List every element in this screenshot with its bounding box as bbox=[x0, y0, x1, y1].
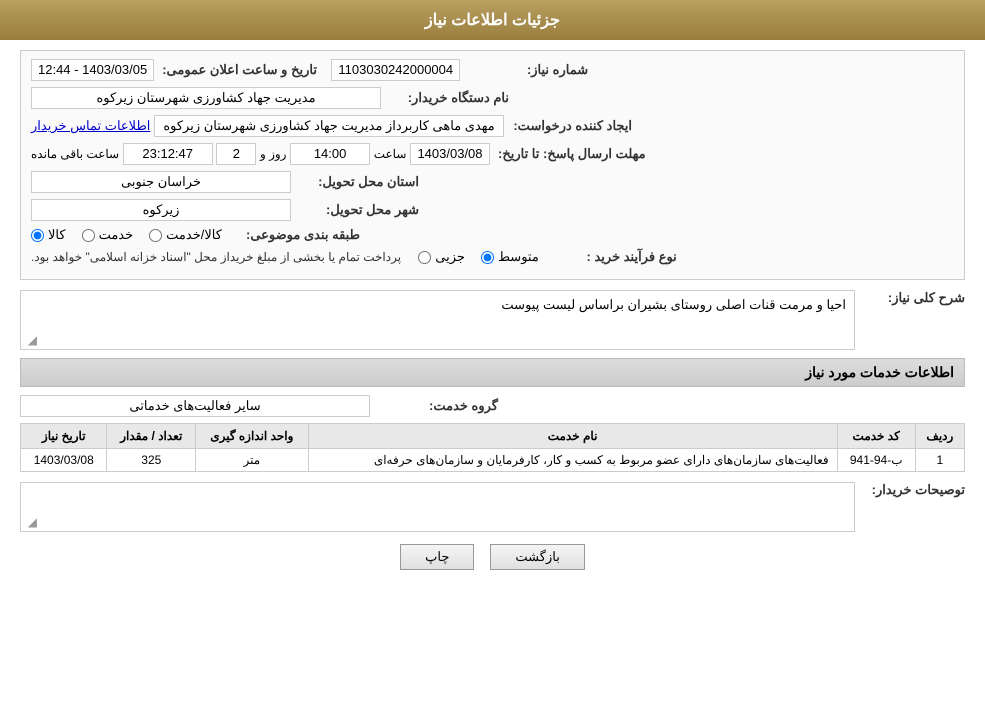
row-need-number: شماره نیاز: 1103030242000004 تاریخ و ساع… bbox=[31, 59, 954, 81]
province-label: استان محل تحویل: bbox=[299, 174, 419, 190]
buyer-desc-label: توصیحات خریدار: bbox=[865, 482, 965, 498]
category-option-kala-khedmat[interactable]: کالا/خدمت bbox=[149, 227, 222, 243]
creator-link[interactable]: اطلاعات تماس خریدار bbox=[31, 118, 150, 134]
category-khedmat-label: خدمت bbox=[99, 227, 134, 243]
row-service-group: گروه خدمت: سایر فعالیت‌های خدماتی bbox=[20, 395, 965, 417]
remaining-time-value: 23:12:47 bbox=[123, 143, 213, 165]
process-motavaset-label: متوسط bbox=[498, 249, 539, 265]
service-group-value: سایر فعالیت‌های خدماتی bbox=[20, 395, 370, 417]
province-value: خراسان جنوبی bbox=[31, 171, 291, 193]
row-city: شهر محل تحویل: زیرکوه bbox=[31, 199, 954, 221]
process-label: نوع فرآیند خرید : bbox=[557, 249, 677, 265]
city-value: زیرکوه bbox=[31, 199, 291, 221]
resize-handle-buyer-icon[interactable]: ◢ bbox=[23, 515, 37, 529]
city-label: شهر محل تحویل: bbox=[299, 202, 419, 218]
buttons-row: بازگشت چاپ bbox=[20, 544, 965, 570]
buyer-desc-row: توصیحات خریدار: ◢ bbox=[20, 482, 965, 532]
category-kala-label: کالا bbox=[48, 227, 66, 243]
buyer-desc-section: توصیحات خریدار: ◢ bbox=[20, 482, 965, 532]
row-process-type: نوع فرآیند خرید : متوسط جزیی پرداخت تمام… bbox=[31, 249, 954, 265]
back-button[interactable]: بازگشت bbox=[490, 544, 584, 570]
need-desc-section: شرح کلی نیاز: احیا و مرمت قنات اصلی روست… bbox=[20, 290, 965, 350]
content-area: شماره نیاز: 1103030242000004 تاریخ و ساع… bbox=[0, 40, 985, 590]
creator-value: مهدی ماهی کاربرداز مدیریت جهاد کشاورزی ش… bbox=[154, 115, 504, 137]
page-header: جزئیات اطلاعات نیاز bbox=[0, 0, 985, 40]
process-option-motavaset[interactable]: متوسط bbox=[481, 249, 539, 265]
col-header-unit: واحد اندازه گیری bbox=[196, 424, 308, 449]
row-buyer-org: نام دستگاه خریدار: مدیریت جهاد کشاورزی ش… bbox=[31, 87, 954, 109]
process-notice: پرداخت تمام یا بخشی از مبلغ خریداز محل "… bbox=[31, 250, 401, 264]
col-header-quantity: تعداد / مقدار bbox=[107, 424, 196, 449]
process-radio-motavaset[interactable] bbox=[481, 251, 494, 264]
col-header-date: تاریخ نیاز bbox=[21, 424, 107, 449]
category-option-kala[interactable]: کالا bbox=[31, 227, 66, 243]
need-number-value: 1103030242000004 bbox=[331, 59, 460, 81]
need-desc-box: احیا و مرمت قنات اصلی روستای بشیران براس… bbox=[20, 290, 855, 350]
process-radio-group: متوسط جزیی bbox=[418, 249, 539, 265]
row-province: استان محل تحویل: خراسان جنوبی bbox=[31, 171, 954, 193]
row-category: طبقه بندی موضوعی: کالا/خدمت خدمت کالا bbox=[31, 227, 954, 243]
cell-name: فعالیت‌های سازمان‌های دارای عضو مربوط به… bbox=[308, 449, 837, 472]
need-desc-value: احیا و مرمت قنات اصلی روستای بشیران براس… bbox=[501, 297, 846, 312]
cell-code: ب-94-941 bbox=[837, 449, 915, 472]
print-button[interactable]: چاپ bbox=[400, 544, 474, 570]
cell-quantity: 325 bbox=[107, 449, 196, 472]
buyer-org-label: نام دستگاه خریدار: bbox=[389, 90, 509, 106]
page-title: جزئیات اطلاعات نیاز bbox=[425, 12, 560, 29]
main-info-section: شماره نیاز: 1103030242000004 تاریخ و ساع… bbox=[20, 50, 965, 280]
col-header-code: کد خدمت bbox=[837, 424, 915, 449]
announcement-value: 1403/03/05 - 12:44 bbox=[31, 59, 154, 81]
response-time-value: 14:00 bbox=[290, 143, 370, 165]
row-response-deadline: مهلت ارسال پاسخ: تا تاریخ: 1403/03/08 سا… bbox=[31, 143, 954, 165]
cell-unit: متر bbox=[196, 449, 308, 472]
process-option-jozi[interactable]: جزیی bbox=[418, 249, 465, 265]
buyer-org-value: مدیریت جهاد کشاورزی شهرستان زیرکوه bbox=[31, 87, 381, 109]
category-kala-khedmat-label: کالا/خدمت bbox=[166, 227, 222, 243]
remaining-day-label: روز و bbox=[260, 147, 287, 161]
response-time-label: ساعت bbox=[374, 147, 407, 161]
page-container: جزئیات اطلاعات نیاز شماره نیاز: 11030302… bbox=[0, 0, 985, 703]
table-row: 1 ب-94-941 فعالیت‌های سازمان‌های دارای ع… bbox=[21, 449, 965, 472]
cell-date: 1403/03/08 bbox=[21, 449, 107, 472]
col-header-name: نام خدمت bbox=[308, 424, 837, 449]
row-creator: ایجاد کننده درخواست: مهدی ماهی کاربرداز … bbox=[31, 115, 954, 137]
response-deadline-label: مهلت ارسال پاسخ: تا تاریخ: bbox=[498, 146, 646, 162]
resize-handle-icon[interactable]: ◢ bbox=[23, 333, 37, 347]
category-radio-khedmat[interactable] bbox=[82, 229, 95, 242]
services-table-section: ردیف کد خدمت نام خدمت واحد اندازه گیری ت… bbox=[20, 423, 965, 472]
response-date-value: 1403/03/08 bbox=[410, 143, 490, 165]
services-section-title: اطلاعات خدمات مورد نیاز bbox=[20, 358, 965, 387]
remaining-suffix: ساعت باقی مانده bbox=[31, 147, 119, 161]
need-desc-label: شرح کلی نیاز: bbox=[865, 290, 965, 306]
cell-row: 1 bbox=[915, 449, 964, 472]
category-radio-group: کالا/خدمت خدمت کالا bbox=[31, 227, 222, 243]
category-radio-kala[interactable] bbox=[31, 229, 44, 242]
process-radio-jozi[interactable] bbox=[418, 251, 431, 264]
category-radio-kala-khedmat[interactable] bbox=[149, 229, 162, 242]
need-number-label: شماره نیاز: bbox=[468, 62, 588, 78]
remaining-day-value: 2 bbox=[216, 143, 256, 165]
buyer-desc-box: ◢ bbox=[20, 482, 855, 532]
col-header-row: ردیف bbox=[915, 424, 964, 449]
category-option-khedmat[interactable]: خدمت bbox=[82, 227, 134, 243]
announcement-label: تاریخ و ساعت اعلان عمومی: bbox=[162, 62, 317, 78]
category-label: طبقه بندی موضوعی: bbox=[240, 227, 360, 243]
services-table: ردیف کد خدمت نام خدمت واحد اندازه گیری ت… bbox=[20, 423, 965, 472]
creator-label: ایجاد کننده درخواست: bbox=[512, 118, 632, 134]
service-group-label: گروه خدمت: bbox=[378, 398, 498, 414]
process-jozi-label: جزیی bbox=[435, 249, 465, 265]
